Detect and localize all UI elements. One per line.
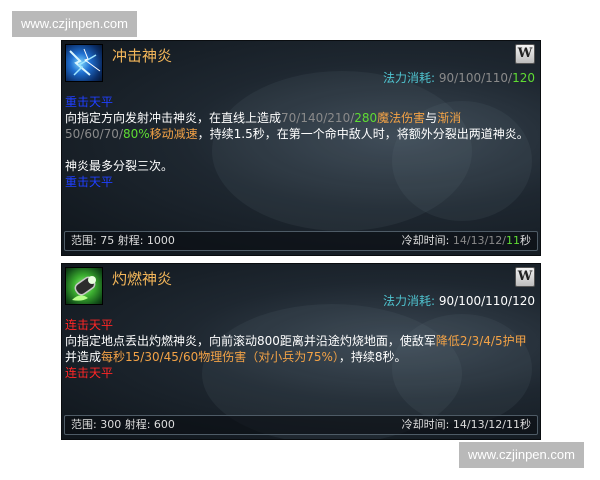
hotkey-badge: W [515, 44, 535, 64]
watermark-bottom: www.czjinpen.com [459, 442, 584, 468]
skill-description: 连击天平 向指定地点丢出灼燃神炎，向前滚动800距离并沿途灼烧地面，使敌军降低2… [65, 317, 535, 381]
stats-footer: 范围: 75 射程: 1000 冷却时间: 14/13/12/11秒 [64, 231, 538, 251]
passive-tag-top: 重击天平 [65, 95, 114, 109]
skill-name: 冲击神炎 [112, 47, 173, 65]
skill-icon-lightning [65, 44, 103, 82]
range-stats: 范围: 75 射程: 1000 [71, 234, 175, 247]
mana-cost: 法力消耗: 90/100/110/120 [382, 71, 535, 85]
cooldown-stats: 冷却时间: 14/13/12/11秒 [401, 234, 531, 247]
watermark-top: www.czjinpen.com [12, 11, 137, 37]
passive-tag-bottom: 重击天平 [65, 175, 114, 189]
passive-tag-bottom: 连击天平 [65, 366, 114, 380]
skill-tooltip-1: 冲击神炎 W 法力消耗: 90/100/110/120 重击天平 向指定方向发射… [61, 40, 541, 256]
skill-description: 重击天平 向指定方向发射冲击神炎，在直线上造成70/140/210/280魔法伤… [65, 94, 535, 190]
mana-cost-rank4: 120 [512, 71, 535, 85]
skill-name: 灼燃神炎 [112, 270, 173, 288]
mana-cost-rank1: 90 [438, 71, 455, 85]
mana-cost-label: 法力消耗: [383, 294, 436, 308]
stats-footer: 范围: 300 射程: 600 冷却时间: 14/13/12/11秒 [64, 415, 538, 435]
mana-cost-rank2: 100 [458, 71, 482, 85]
cooldown-stats: 冷却时间: 14/13/12/11秒 [401, 418, 531, 431]
mana-cost-rank3: 110 [485, 71, 509, 85]
description-paragraph: 向指定方向发射冲击神炎，在直线上造成70/140/210/280魔法伤害与渐消5… [65, 111, 529, 141]
skill-tooltip-2: 灼燃神炎 W 法力消耗: 90/100/110/120 连击天平 向指定地点丢出… [61, 263, 541, 440]
hotkey-badge: W [515, 267, 535, 287]
description-paragraph: 向指定地点丢出灼燃神炎，向前滚动800距离并沿途灼烧地面，使敌军降低2/3/4/… [65, 334, 527, 364]
mana-cost-values: 90/100/110/120 [438, 294, 535, 308]
mana-cost-label: 法力消耗: [382, 71, 436, 85]
skill-icon-fire-canister [65, 267, 103, 305]
passive-tag-top: 连击天平 [65, 318, 114, 332]
description-note: 神炎最多分裂三次。 [65, 159, 174, 173]
mana-cost: 法力消耗: 90/100/110/120 [383, 292, 535, 309]
range-stats: 范围: 300 射程: 600 [71, 418, 175, 431]
